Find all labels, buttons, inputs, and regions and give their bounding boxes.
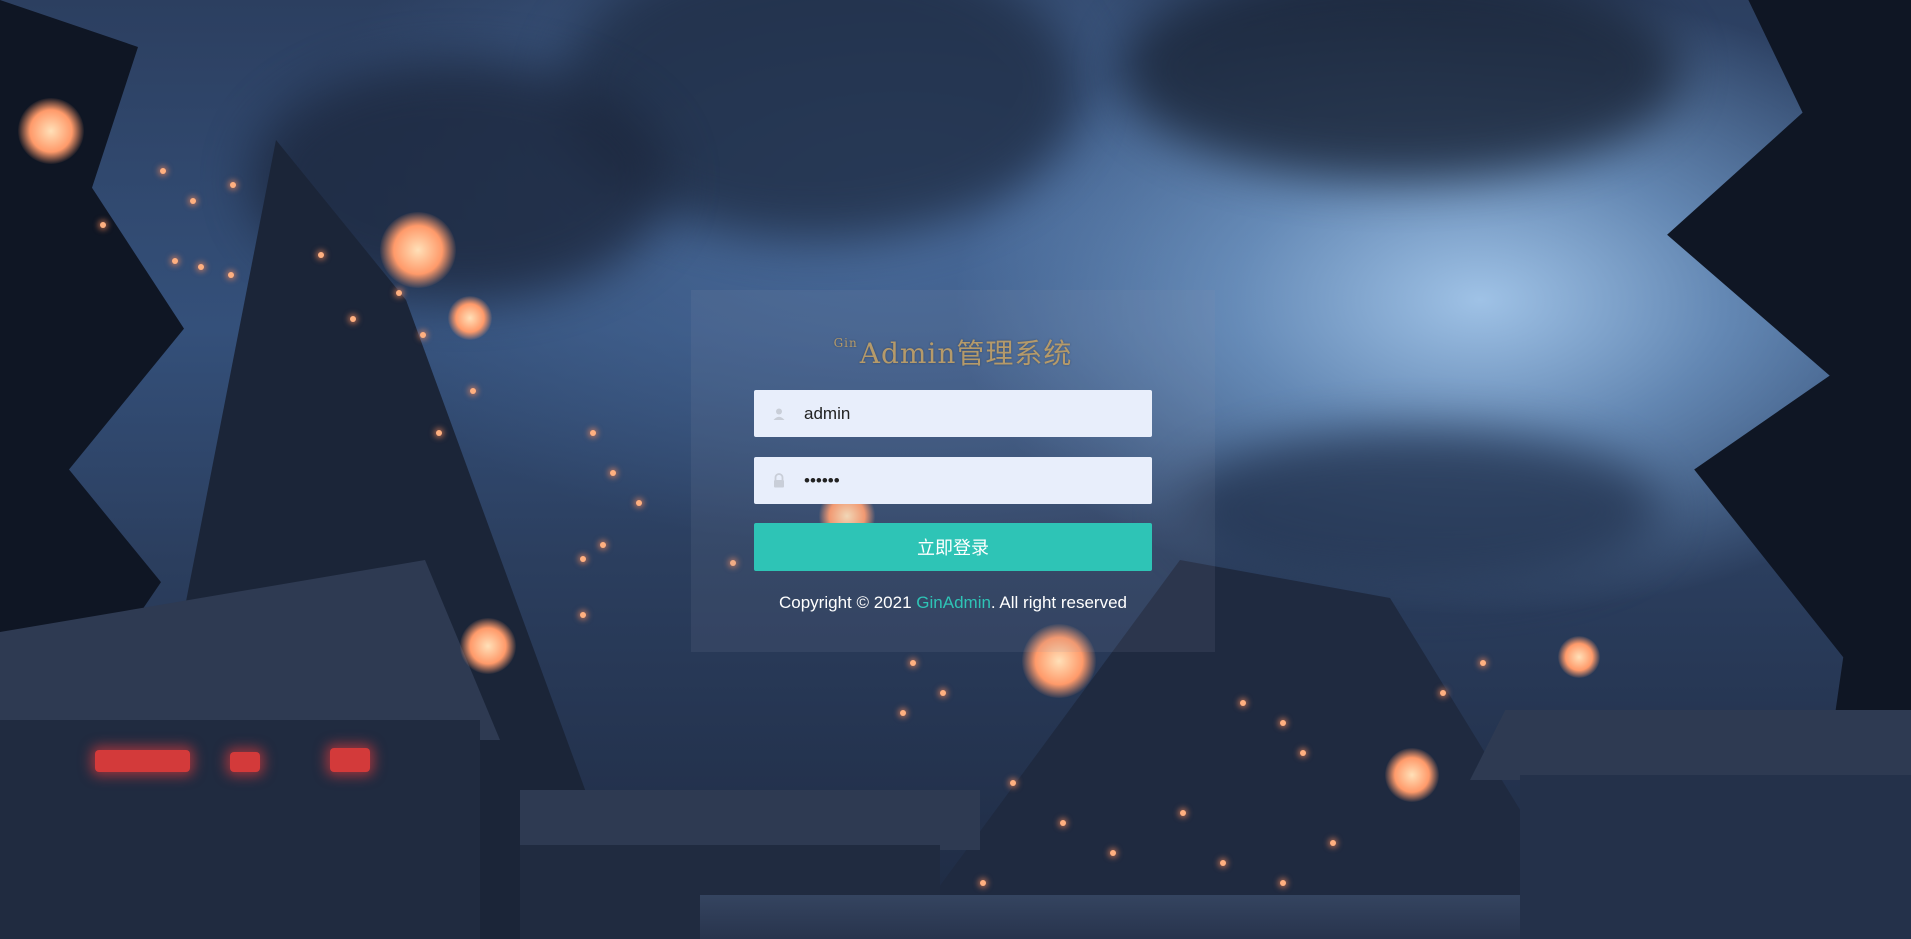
copyright-text: Copyright © 2021 GinAdmin. All right res… [691, 593, 1215, 613]
password-field[interactable] [754, 457, 1152, 504]
lock-icon [754, 457, 804, 504]
user-icon [754, 390, 804, 437]
copyright-suffix: . All right reserved [990, 593, 1127, 612]
login-card: GinAdmin管理系统 立即登录 Copyright © 2021 GinAd… [691, 290, 1215, 652]
username-input[interactable] [804, 390, 1152, 437]
login-button[interactable]: 立即登录 [754, 523, 1152, 571]
title-text: Admin管理系统 [859, 337, 1073, 370]
title-superscript: Gin [833, 336, 858, 350]
copyright-brand-link[interactable]: GinAdmin [916, 593, 991, 612]
copyright-prefix: Copyright © 2021 [779, 593, 917, 612]
username-field[interactable] [754, 390, 1152, 437]
login-title: GinAdmin管理系统 [691, 332, 1215, 372]
password-input[interactable] [804, 457, 1152, 504]
